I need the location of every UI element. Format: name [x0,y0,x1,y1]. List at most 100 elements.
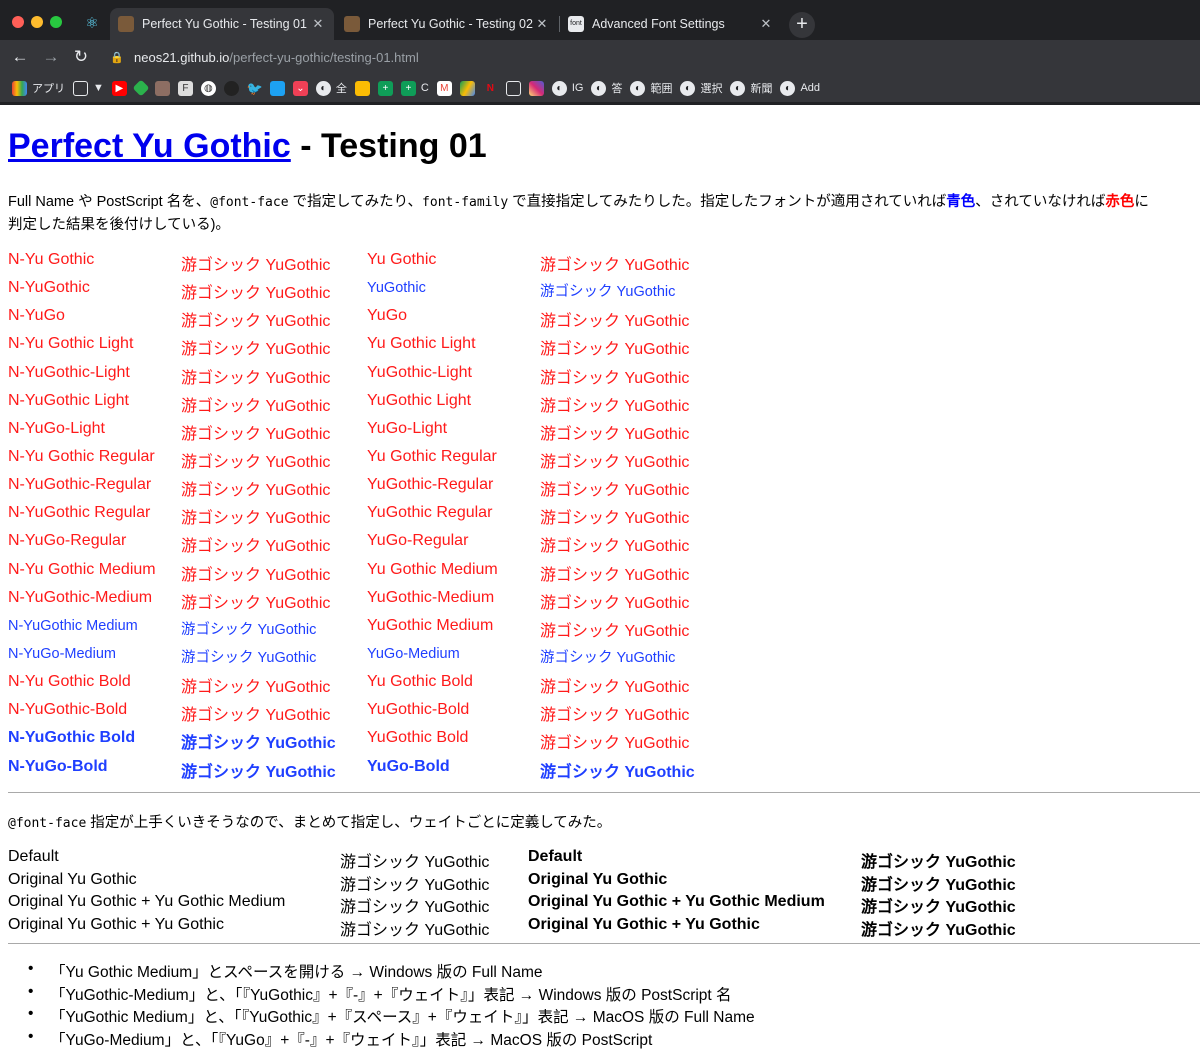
weight-sample: 游ゴシック YuGothic [340,899,490,917]
grid-cell-c2: 游ゴシック YuGothic [181,538,331,556]
grid-cell-c2: 游ゴシック YuGothic [181,649,317,666]
grid-cell-c4: 游ゴシック YuGothic [540,538,690,556]
back-arrow-icon[interactable]: ← [9,46,31,68]
new-tab-button[interactable]: + [789,12,815,38]
tab-advanced-font-settings[interactable]: font Advanced Font Settings ✕ [560,8,782,40]
weight-sample: 游ゴシック YuGothic [340,876,490,894]
weight-name-bold: Original Yu Gothic + Yu Gothic [528,915,760,933]
weight-name-bold: Default [528,848,583,865]
title-link[interactable]: Perfect Yu Gothic [8,127,291,165]
pinned-tab-react-icon[interactable]: ⚛ [78,8,106,38]
instagram-icon [528,80,544,96]
bookmark-drive[interactable] [459,80,475,96]
bookmark-netflix[interactable]: N [483,81,498,96]
weight-name-bold: Original Yu Gothic [528,870,668,888]
grid-cell-c2: 游ゴシック YuGothic [181,763,336,781]
intro-text: で指定してみたり、 [288,194,423,210]
intro-line-2: 判定した結果を後付けしている)。 [8,217,230,233]
bookmark-kotae[interactable]: ◐ 答 [591,80,622,96]
grid-cell-c3: Yu Gothic [367,251,437,268]
bookmark-twitter[interactable]: 🐦 [247,81,263,96]
bookmark-folder-2[interactable] [505,80,521,96]
grid-cell-c3: Yu Gothic Light [367,335,476,353]
grid-cell-c1: N-YuGothic-Medium [8,588,153,606]
grid-cell-c4: 游ゴシック YuGothic [540,707,690,725]
grid-row: N-YuGo 游ゴシック YuGothic YuGo 游ゴシック YuGothic [8,303,708,331]
intro-text: に [1134,194,1149,210]
netflix-icon: N [486,82,494,94]
divider [8,792,1200,793]
grid-cell-c2: 游ゴシック YuGothic [181,566,331,584]
grid-cell-c1: N-YuGothic-Bold [8,701,128,719]
bookmark-hani[interactable]: ◐ 範囲 [630,80,672,96]
url-host: neos21.github.io [134,49,230,65]
tab-testing-02[interactable]: Perfect Yu Gothic - Testing 02 ✕ [336,8,558,40]
grid-cell-c1: N-YuGo-Bold [8,757,108,775]
grid-row: N-Yu Gothic Regular 游ゴシック YuGothic Yu Goth… [8,444,708,472]
minimize-window-button[interactable] [31,16,43,28]
grid-cell-c1: N-YuGothic-Light [8,363,130,381]
bookmark-youtube[interactable]: ▶ [111,80,127,96]
bookmark-plus[interactable]: + [377,80,393,96]
naming-notes-list: 「Yu Gothic Medium」とスペースを開ける → Windows 版の… [28,960,755,1050]
page-title: Perfect Yu Gothic - Testing 01 [8,127,487,166]
pocket-icon: ⌄ [292,80,308,96]
address-bar[interactable]: 🔒 neos21.github.io/perfect-yu-gothic/tes… [104,44,1194,70]
weight-row: Original Yu Gothic 游ゴシック YuGothic Origin… [8,871,1198,894]
grid-row: N-YuGo-Bold 游ゴシック YuGothic YuGo-Bold 游ゴシック … [8,754,708,782]
bookmark-image[interactable] [154,80,170,96]
tab-close-icon[interactable]: ✕ [310,16,326,32]
grid-cell-c2: 游ゴシック YuGothic [181,679,331,697]
forward-arrow-icon[interactable]: → [40,46,62,68]
tab-close-icon[interactable]: ✕ [758,16,774,32]
code-font-face: @font-face [8,816,87,831]
grid-cell-c3: YuGothic-Medium [367,588,495,606]
tab-strip: ⚛ Perfect Yu Gothic - Testing 01 ✕ Perfe… [0,0,1200,40]
grid-cell-c4: 游ゴシック YuGothic [540,369,690,387]
lock-icon[interactable]: 🔒 [110,51,124,64]
bookmark-gmail[interactable]: M [436,80,452,96]
tab-title: Advanced Font Settings [592,17,725,31]
tab-favicon-icon [118,16,134,32]
bookmark-twitter-square[interactable] [269,80,285,96]
font-face-note: @font-face 指定が上手くいきそうなので、まとめて指定し、ウェイトごとに… [8,811,611,832]
grid-row: N-YuGothic Bold 游ゴシック YuGothic YuGothic Bo… [8,725,708,753]
folder-icon [73,80,88,96]
bookmark-zen[interactable]: ◐ 全 [315,80,347,96]
bookmark-folder[interactable]: ▼ [73,80,104,96]
weight-sample: 游ゴシック YuGothic [340,921,490,939]
toolbar: ← → ↻ 🔒 neos21.github.io/perfect-yu-goth… [0,40,1200,74]
bookmark-f[interactable]: F [177,80,193,96]
grid-cell-c4: 游ゴシック YuGothic [540,735,690,753]
grid-cell-c1: N-YuGothic-Regular [8,476,152,494]
bookmark-pocket[interactable]: ⌄ [292,80,308,96]
globe-icon: ◐ [680,80,696,96]
grid-cell-c4: 游ゴシック YuGothic [540,397,690,415]
grid-row: N-YuGothic 游ゴシック YuGothic YuGothic 游ゴシック Yu… [8,275,708,303]
reload-icon[interactable]: ↻ [70,46,92,68]
weight-name: Original Yu Gothic + Yu Gothic Medium [8,893,286,911]
bookmark-plus-c[interactable]: + C [400,80,429,96]
close-window-button[interactable] [12,16,24,28]
bookmark-ig[interactable]: ◐ IG [551,80,583,96]
bookmark-github[interactable] [223,80,239,96]
bookmark-apps[interactable]: アプリ [12,80,65,96]
bookmark-shinbun[interactable]: ◐ 新聞 [730,80,772,96]
bookmark-add[interactable]: ◐ Add [780,80,820,96]
grid-cell-c4: 游ゴシック YuGothic [540,566,690,584]
bookmark-keep[interactable] [354,80,370,96]
tab-testing-01[interactable]: Perfect Yu Gothic - Testing 01 ✕ [110,8,334,40]
bookmark-sentaku[interactable]: ◐ 選択 [680,80,722,96]
grid-cell-c2: 游ゴシック YuGothic [181,341,331,359]
bookmark-circle[interactable]: ◍ [200,80,216,96]
keep-icon [354,80,370,96]
youtube-icon: ▶ [111,80,127,96]
bookmark-instagram[interactable] [528,80,544,96]
bookmark-feedly[interactable] [132,79,150,97]
weight-name-bold: Original Yu Gothic + Yu Gothic Medium [528,893,825,911]
tab-close-icon[interactable]: ✕ [534,16,550,32]
zoom-window-button[interactable] [50,16,62,28]
grid-cell-c2: 游ゴシック YuGothic [181,594,331,612]
folder-icon [505,80,521,96]
globe-icon: ◐ [315,80,331,96]
